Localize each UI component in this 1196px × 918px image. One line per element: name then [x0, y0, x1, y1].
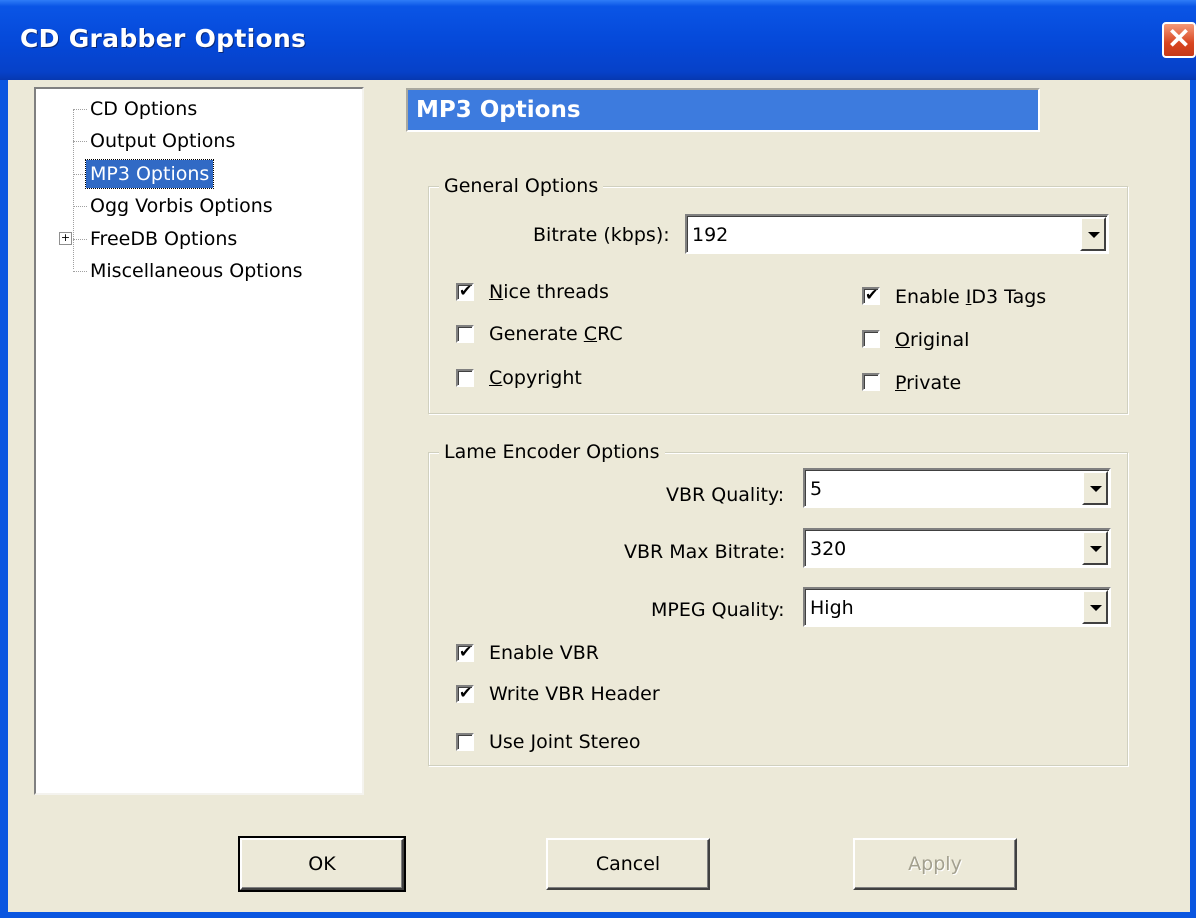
- tree-item-freedb-options[interactable]: FreeDB Options: [86, 225, 241, 253]
- enable-vbr-label[interactable]: Enable VBR: [489, 640, 599, 666]
- chevron-down-icon: [1090, 486, 1102, 492]
- ok-button[interactable]: OK: [238, 836, 406, 892]
- tree-connector: [73, 206, 87, 207]
- enable-vbr-checkbox[interactable]: ✔: [456, 642, 474, 662]
- group-legend: Lame Encoder Options: [439, 439, 665, 465]
- close-icon: ✕: [1167, 23, 1191, 54]
- window-title: CD Grabber Options: [20, 24, 307, 53]
- tree-connector: [73, 109, 74, 269]
- tree-item-mp3-options[interactable]: MP3 Options: [84, 159, 215, 189]
- mpeg-quality-label: MPEG Quality:: [651, 599, 785, 621]
- nice-threads-checkbox[interactable]: ✔: [456, 281, 474, 301]
- options-tree[interactable]: CD Options Output Options MP3 Options Og…: [34, 87, 364, 795]
- vbr-quality-select[interactable]: 5: [803, 468, 1111, 508]
- tree-item-output-options[interactable]: Output Options: [86, 127, 239, 155]
- copyright-label[interactable]: Copyright: [489, 365, 582, 391]
- tree-connector: [73, 174, 87, 175]
- vbr-max-bitrate-dropdown-button[interactable]: [1082, 531, 1108, 565]
- write-vbr-header-checkbox[interactable]: ✔: [456, 683, 474, 703]
- group-legend: General Options: [439, 173, 604, 199]
- tree-connector: [73, 271, 87, 272]
- generate-crc-label[interactable]: Generate CRC: [489, 321, 623, 347]
- chevron-down-icon: [1090, 605, 1102, 611]
- title-bar[interactable]: CD Grabber Options ✕: [0, 0, 1196, 80]
- close-button[interactable]: ✕: [1162, 22, 1196, 58]
- nice-threads-label[interactable]: Nice threads: [489, 279, 609, 305]
- mpeg-quality-value: High: [810, 597, 854, 619]
- checkmark-icon: ✔: [459, 683, 473, 702]
- joint-stereo-label[interactable]: Use Joint Stereo: [489, 729, 640, 755]
- joint-stereo-checkbox[interactable]: [456, 733, 474, 751]
- mpeg-quality-select[interactable]: High: [803, 587, 1111, 627]
- enable-id3-checkbox[interactable]: ✔: [862, 285, 880, 305]
- vbr-quality-value: 5: [810, 478, 823, 500]
- tree-connector: [73, 109, 87, 110]
- vbr-max-bitrate-label: VBR Max Bitrate:: [624, 541, 786, 563]
- tree-connector: [73, 239, 87, 240]
- tree-item-miscellaneous-options[interactable]: Miscellaneous Options: [86, 257, 307, 285]
- tree-item-ogg-vorbis-options[interactable]: Ogg Vorbis Options: [86, 192, 277, 220]
- expand-plus-icon[interactable]: +: [59, 232, 72, 245]
- bitrate-value: 192: [692, 224, 729, 246]
- tree-item-cd-options[interactable]: CD Options: [86, 95, 201, 123]
- enable-id3-label[interactable]: Enable ID3 Tags: [895, 284, 1046, 310]
- vbr-quality-label: VBR Quality:: [666, 484, 785, 506]
- apply-button[interactable]: Apply: [853, 838, 1017, 890]
- write-vbr-header-label[interactable]: Write VBR Header: [489, 681, 660, 707]
- copyright-checkbox[interactable]: [456, 369, 474, 387]
- cancel-button[interactable]: Cancel: [546, 838, 710, 890]
- generate-crc-checkbox[interactable]: [456, 325, 474, 343]
- bitrate-select[interactable]: 192: [685, 214, 1109, 254]
- chevron-down-icon: [1088, 232, 1100, 238]
- dialog-window: CD Grabber Options ✕ CD Options Output O…: [0, 0, 1196, 918]
- tree-connector: [73, 141, 87, 142]
- chevron-down-icon: [1090, 546, 1102, 552]
- original-checkbox[interactable]: [862, 330, 880, 348]
- vbr-max-bitrate-select[interactable]: 320: [803, 528, 1111, 568]
- page-header: MP3 Options: [406, 88, 1040, 132]
- vbr-max-bitrate-value: 320: [810, 538, 847, 560]
- vbr-quality-dropdown-button[interactable]: [1082, 471, 1108, 505]
- bitrate-label: Bitrate (kbps):: [533, 224, 670, 246]
- private-checkbox[interactable]: [862, 373, 880, 391]
- mpeg-quality-dropdown-button[interactable]: [1082, 590, 1108, 624]
- private-label[interactable]: Private: [895, 370, 961, 396]
- checkmark-icon: ✔: [865, 285, 879, 304]
- original-label[interactable]: Original: [895, 327, 969, 353]
- checkmark-icon: ✔: [459, 642, 473, 661]
- checkmark-icon: ✔: [459, 281, 473, 300]
- bitrate-dropdown-button[interactable]: [1080, 217, 1106, 251]
